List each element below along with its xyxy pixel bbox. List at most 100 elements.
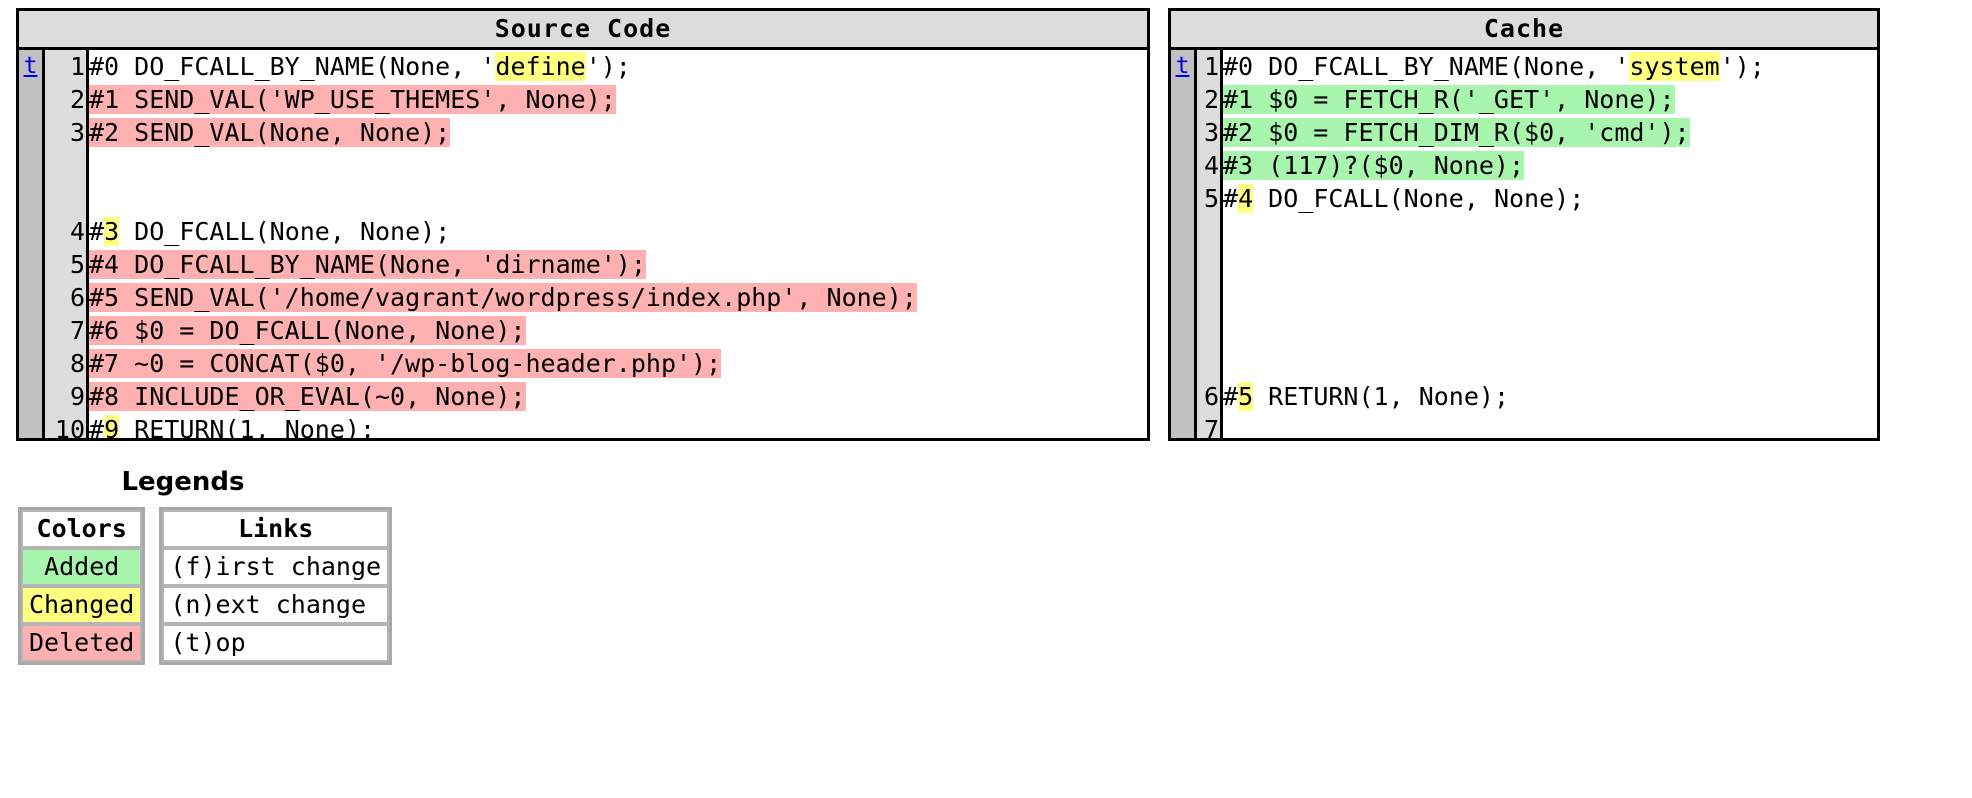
code-line-content: #2 $0 = FETCH_DIM_R($0, 'cmd'); — [1223, 118, 1690, 147]
legend-link-row[interactable]: (n)ext change — [162, 586, 390, 624]
diff-pane-cache: Cache t 12345 67 #0 DO_FCALL_BY_NAME(Non… — [1168, 8, 1880, 441]
line-number: 9 — [69, 382, 85, 411]
legend-color-deleted: Deleted — [21, 624, 143, 662]
legend-links-table: Links (f)irst change (n)ext change (t)op — [159, 507, 393, 665]
link-gutter-cache[interactable]: t — [1171, 50, 1197, 438]
line-number: 3 — [69, 118, 85, 147]
line-number: 10 — [54, 415, 85, 441]
code-token: RETURN(1, None); — [119, 415, 375, 438]
legend-link-item[interactable]: (t)op — [162, 624, 390, 662]
code-line-content: #1 SEND_VAL('WP_USE_THEMES', None); — [89, 85, 616, 114]
pane-title-cache: Cache — [1171, 11, 1877, 50]
top-link-source-code[interactable]: t — [24, 53, 38, 79]
line-number-gutter-cache: 1 2 3 4 5 6 7 — [1197, 50, 1223, 438]
code-line-content: #5 SEND_VAL('/home/vagrant/wordpress/ind… — [89, 283, 917, 312]
line-number: 4 — [1203, 151, 1219, 180]
code-area-source-code[interactable]: #0 DO_FCALL_BY_NAME(None, 'define'); #1 S… — [89, 50, 1147, 438]
code-token: RETURN(1, None); — [1253, 382, 1509, 411]
code-token: '); — [1719, 52, 1765, 81]
line-number-gutter-source-code: 123 4567891011 — [45, 50, 89, 438]
top-link-cache[interactable]: t — [1176, 53, 1190, 79]
legend-colors-table: Colors Added Changed Deleted — [18, 507, 146, 665]
line-number: 5 — [1203, 184, 1219, 213]
line-number: 4 — [69, 217, 85, 246]
code-token: #8 INCLUDE_OR_EVAL(~0, None); — [89, 382, 526, 411]
code-line: #6 $0 = DO_FCALL(None, None); — [89, 314, 1147, 347]
code-line: #9 RETURN(1, None); — [89, 413, 1147, 438]
code-line-content: #0 DO_FCALL_BY_NAME(None, 'system'); — [1223, 52, 1765, 81]
changed-token: 3 — [104, 217, 120, 246]
legend-tables: Colors Added Changed Deleted Links (f)irst c… — [18, 507, 478, 665]
diff-pane-source-code: Source Code t 123 4567891011 #0 DO_FCALL… — [16, 8, 1150, 441]
code-line-content: #6 $0 = DO_FCALL(None, None); — [89, 316, 526, 345]
code-line: #4 DO_FCALL_BY_NAME(None, 'dirname'); — [89, 248, 1147, 281]
code-line: #0 DO_FCALL_BY_NAME(None, 'system'); — [1223, 50, 1877, 83]
changed-token: 9 — [104, 415, 120, 438]
code-line-content: #2 SEND_VAL(None, None); — [89, 118, 451, 147]
legend-link-item[interactable]: (n)ext change — [162, 586, 390, 624]
code-token: #3 (117)?($0, None); — [1223, 151, 1525, 180]
code-token: #2 $0 = FETCH_DIM_R($0, 'cmd'); — [1223, 118, 1690, 147]
code-token: DO_FCALL(None, None); — [119, 217, 451, 246]
legend-link-item[interactable]: (f)irst change — [162, 548, 390, 586]
code-line-content: #8 INCLUDE_OR_EVAL(~0, None); — [89, 382, 526, 411]
code-token: #0 DO_FCALL_BY_NAME(None, ' — [89, 52, 496, 81]
line-number: 7 — [69, 316, 85, 345]
line-number: 2 — [1203, 85, 1219, 114]
legend-links-header-row: Links — [162, 510, 390, 548]
line-number: 8 — [69, 349, 85, 378]
code-line-content: #5 RETURN(1, None); — [1223, 382, 1509, 411]
line-number: 5 — [69, 250, 85, 279]
legend-colors-header-row: Colors — [21, 510, 143, 548]
line-number — [1197, 215, 1219, 248]
code-token: #1 SEND_VAL('WP_USE_THEMES', None); — [89, 85, 616, 114]
code-token: # — [1223, 184, 1239, 213]
code-line: #4 DO_FCALL(None, None); — [1223, 182, 1877, 215]
line-number — [45, 149, 85, 182]
code-token: #4 DO_FCALL_BY_NAME(None, 'dirname'); — [89, 250, 646, 279]
line-number: 1 — [69, 52, 85, 81]
code-line-content: #4 DO_FCALL_BY_NAME(None, 'dirname'); — [89, 250, 646, 279]
line-number — [1197, 314, 1219, 347]
code-line-content: #4 DO_FCALL(None, None); — [1223, 184, 1584, 213]
code-token: # — [1223, 382, 1239, 411]
legend-link-row[interactable]: (f)irst change — [162, 548, 390, 586]
legends-title: Legends — [121, 467, 245, 497]
code-token: DO_FCALL(None, None); — [1253, 184, 1585, 213]
line-number: 6 — [1203, 382, 1219, 411]
line-number: 3 — [1203, 118, 1219, 147]
link-gutter-source-code[interactable]: t — [19, 50, 45, 438]
pane-title-source-code: Source Code — [19, 11, 1147, 50]
code-line: #8 INCLUDE_OR_EVAL(~0, None); — [89, 380, 1147, 413]
code-token: #5 SEND_VAL('/home/vagrant/wordpress/ind… — [89, 283, 917, 312]
line-number — [1197, 281, 1219, 314]
code-token: '); — [585, 52, 631, 81]
pane-body-source-code: t 123 4567891011 #0 DO_FCALL_BY_NAME(Non… — [19, 50, 1147, 438]
line-number — [1197, 248, 1219, 281]
line-number: 6 — [69, 283, 85, 312]
code-line: #3 (117)?($0, None); — [1223, 149, 1877, 182]
legend-link-row[interactable]: (t)op — [162, 624, 390, 662]
code-line: #2 $0 = FETCH_DIM_R($0, 'cmd'); — [1223, 116, 1877, 149]
code-line-content: #7 ~0 = CONCAT($0, '/wp-blog-header.php'… — [89, 349, 722, 378]
legend-colors-header: Colors — [21, 510, 143, 548]
code-line: #5 RETURN(1, None); — [1223, 380, 1877, 413]
code-line-content: #3 (117)?($0, None); — [1223, 151, 1525, 180]
changed-token: 5 — [1238, 382, 1254, 411]
code-line: #2 SEND_VAL(None, None); — [89, 116, 1147, 149]
line-number — [1197, 347, 1219, 380]
line-number: 2 — [69, 85, 85, 114]
code-area-cache[interactable]: #0 DO_FCALL_BY_NAME(None, 'system'); #1 $… — [1223, 50, 1877, 438]
legend-color-changed: Changed — [21, 586, 143, 624]
code-token: #6 $0 = DO_FCALL(None, None); — [89, 316, 526, 345]
code-token: #7 ~0 = CONCAT($0, '/wp-blog-header.php'… — [89, 349, 722, 378]
legends-section: Legends Colors Added Changed Deleted Links(… — [18, 467, 478, 665]
legend-color-row: Changed — [21, 586, 143, 624]
code-line: #1 SEND_VAL('WP_USE_THEMES', None); — [89, 83, 1147, 116]
